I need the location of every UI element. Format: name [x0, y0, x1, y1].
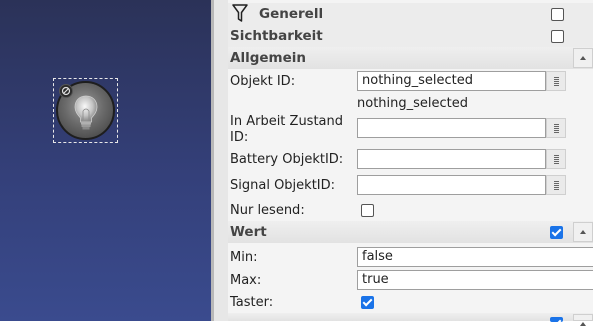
list-icon — [554, 77, 559, 86]
objekt-id-select-button[interactable] — [546, 71, 566, 91]
section-generell[interactable]: Generell — [228, 3, 593, 25]
in-arbeit-label-line2: ID: — [230, 130, 249, 145]
section-allgemein[interactable]: Allgemein — [228, 47, 593, 69]
taster-label: Taster: — [230, 295, 274, 310]
in-arbeit-label-line1: In Arbeit Zustand — [230, 114, 344, 129]
signal-select-button[interactable] — [546, 175, 566, 195]
section-next-partial[interactable] — [228, 313, 593, 326]
signal-input[interactable] — [357, 175, 546, 195]
nur-lesend-checkbox[interactable] — [361, 204, 374, 217]
objekt-id-label: Objekt ID: — [230, 74, 296, 89]
section-allgemein-title: Allgemein — [230, 50, 306, 66]
list-icon — [554, 124, 559, 133]
lightbulb-icon — [74, 95, 98, 130]
editor-canvas[interactable] — [0, 0, 211, 321]
objekt-id-hint: nothing_selected — [357, 96, 469, 111]
battery-input[interactable] — [357, 149, 546, 169]
section-sichtbarkeit[interactable]: Sichtbarkeit — [228, 25, 593, 47]
section-sichtbarkeit-title: Sichtbarkeit — [230, 28, 323, 44]
list-icon — [554, 155, 559, 164]
allgemein-collapse-button[interactable] — [573, 48, 593, 68]
section-wert[interactable]: Wert — [228, 221, 593, 243]
nur-lesend-label: Nur lesend: — [230, 203, 305, 218]
wert-checkbox[interactable] — [550, 226, 563, 239]
next-section-checkbox[interactable] — [550, 317, 563, 322]
max-label: Max: — [230, 273, 262, 288]
battery-label: Battery ObjektID: — [230, 152, 344, 167]
lock-icon — [59, 84, 73, 98]
in-arbeit-input[interactable] — [357, 118, 546, 138]
objekt-id-input[interactable]: nothing_selected — [357, 71, 546, 91]
battery-select-button[interactable] — [546, 149, 566, 169]
section-generell-title: Generell — [259, 6, 324, 22]
signal-label: Signal ObjektID: — [230, 178, 336, 193]
generell-checkbox[interactable] — [551, 8, 564, 21]
section-wert-title: Wert — [230, 224, 267, 240]
max-input[interactable]: true — [357, 270, 593, 290]
next-section-collapse-button[interactable] — [573, 314, 593, 326]
taster-checkbox[interactable] — [361, 296, 374, 309]
list-icon — [554, 181, 559, 190]
in-arbeit-select-button[interactable] — [546, 118, 566, 138]
wert-collapse-button[interactable] — [573, 222, 593, 242]
filter-icon[interactable] — [232, 4, 248, 23]
min-input[interactable]: false — [357, 247, 593, 267]
bulb-widget[interactable] — [53, 78, 118, 143]
properties-panel: Generell Sichtbarkeit Allgemein Objekt I… — [228, 0, 593, 326]
sichtbarkeit-checkbox[interactable] — [551, 30, 564, 43]
min-label: Min: — [230, 250, 258, 265]
